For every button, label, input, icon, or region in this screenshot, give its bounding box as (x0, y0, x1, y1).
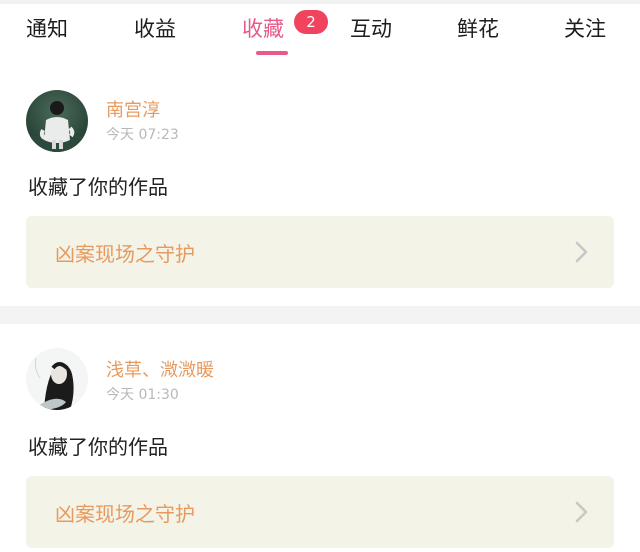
work-title: 凶案现场之守护 (55, 242, 195, 266)
tab-label: 关注 (564, 17, 606, 41)
user-name[interactable]: 浅草、溦溦暖 (106, 356, 214, 382)
tab-follow[interactable]: 关注 (564, 14, 606, 50)
avatar[interactable] (26, 348, 88, 410)
notification-card: 南宫淳 今天 07:23 收藏了你的作品 凶案现场之守护 (0, 66, 640, 306)
chevron-right-icon (575, 501, 588, 523)
card-separator (0, 306, 640, 324)
action-text: 收藏了你的作品 (28, 435, 168, 459)
action-text: 收藏了你的作品 (28, 175, 168, 199)
active-tab-indicator (256, 51, 288, 55)
tab-interaction[interactable]: 互动 (350, 14, 392, 50)
work-title: 凶案现场之守护 (55, 502, 195, 526)
avatar[interactable] (26, 90, 88, 152)
timestamp: 今天 07:23 (106, 127, 179, 143)
tab-label: 收藏 (242, 17, 284, 41)
tab-label: 互动 (350, 17, 392, 41)
notification-card: 浅草、溦溦暖 今天 01:30 收藏了你的作品 凶案现场之守护 (0, 324, 640, 552)
work-link[interactable]: 凶案现场之守护 (26, 476, 614, 548)
tab-bar: 通知 收益 收藏 2 互动 鲜花 关注 (0, 4, 640, 66)
chevron-right-icon (575, 241, 588, 263)
tab-flowers[interactable]: 鲜花 (457, 14, 499, 50)
user-name[interactable]: 南宫淳 (106, 96, 160, 122)
tab-notice[interactable]: 通知 (26, 14, 68, 50)
tab-label: 鲜花 (457, 17, 499, 41)
tab-favorites[interactable]: 收藏 2 (242, 10, 328, 55)
tab-label: 通知 (26, 17, 68, 41)
unread-badge: 2 (294, 10, 328, 34)
work-link[interactable]: 凶案现场之守护 (26, 216, 614, 288)
timestamp: 今天 01:30 (106, 387, 179, 403)
tab-label: 收益 (134, 17, 176, 41)
tab-earnings[interactable]: 收益 (134, 14, 176, 50)
